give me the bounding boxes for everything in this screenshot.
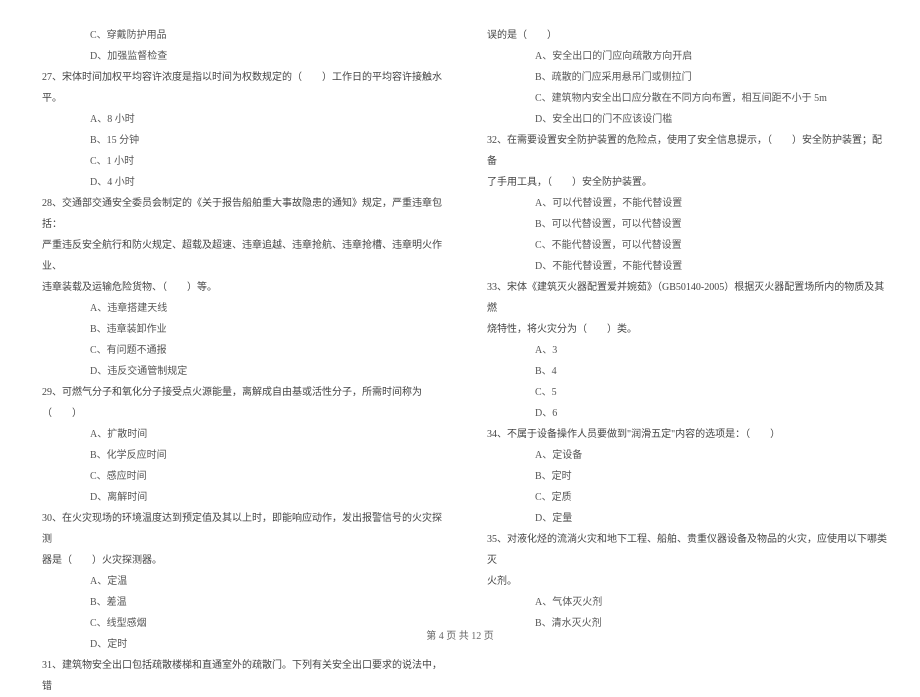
- q30-option-a: A、定温: [30, 571, 445, 592]
- question-35-line1: 35、对液化烃的流淌火灾和地下工程、船舶、贵重仪器设备及物品的火灾，应使用以下哪…: [475, 529, 890, 571]
- question-28-line3: 违章装载及运输危险货物、（ ）等。: [30, 277, 445, 298]
- question-27: 27、宋体时间加权平均容许浓度是指以时间为权数规定的（ ）工作日的平均容许接触水…: [30, 67, 445, 109]
- q27-option-a: A、8 小时: [30, 109, 445, 130]
- question-30-line2: 器是（ ）火灾探测器。: [30, 550, 445, 571]
- q29-option-c: C、感应时间: [30, 466, 445, 487]
- q28-option-b: B、违章装卸作业: [30, 319, 445, 340]
- question-28-line1: 28、交通部交通安全委员会制定的《关于报告船舶重大事故隐患的通知》规定，严重违章…: [30, 193, 445, 235]
- q31-option-c: C、建筑物内安全出口应分散在不同方向布置，相互间距不小于 5m: [475, 88, 890, 109]
- question-35-line2: 火剂。: [475, 571, 890, 592]
- question-33-line1: 33、宋体《建筑灭火器配置爱并婉茹》（GB50140-2005）根据灭火器配置场…: [475, 277, 890, 319]
- q26-option-d: D、加强监督检查: [30, 46, 445, 67]
- q31-option-d: D、安全出口的门不应该设门槛: [475, 109, 890, 130]
- q33-option-c: C、5: [475, 382, 890, 403]
- q32-option-c: C、不能代替设置，可以代替设置: [475, 235, 890, 256]
- q27-option-b: B、15 分钟: [30, 130, 445, 151]
- q28-option-a: A、违章搭建天线: [30, 298, 445, 319]
- q31-option-a: A、安全出口的门应向疏散方向开启: [475, 46, 890, 67]
- q30-option-b: B、差温: [30, 592, 445, 613]
- left-column: C、穿戴防护用品 D、加强监督检查 27、宋体时间加权平均容许浓度是指以时间为权…: [30, 25, 460, 620]
- q28-option-c: C、有问题不通报: [30, 340, 445, 361]
- page-footer: 第 4 页 共 12 页: [0, 627, 920, 642]
- q33-option-d: D、6: [475, 403, 890, 424]
- page-container: C、穿戴防护用品 D、加强监督检查 27、宋体时间加权平均容许浓度是指以时间为权…: [0, 0, 920, 620]
- q29-option-a: A、扩散时间: [30, 424, 445, 445]
- q32-option-d: D、不能代替设置，不能代替设置: [475, 256, 890, 277]
- q32-option-a: A、可以代替设置，不能代替设置: [475, 193, 890, 214]
- q33-option-a: A、3: [475, 340, 890, 361]
- q29-option-d: D、离解时间: [30, 487, 445, 508]
- question-30-line1: 30、在火灾现场的环境温度达到预定值及其以上时，即能响应动作，发出报警信号的火灾…: [30, 508, 445, 550]
- question-31-cont: 误的是（ ）: [475, 25, 890, 46]
- question-34: 34、不属于设备操作人员要做到"润滑五定"内容的选项是：（ ）: [475, 424, 890, 445]
- q28-option-d: D、违反交通管制规定: [30, 361, 445, 382]
- q34-option-a: A、定设备: [475, 445, 890, 466]
- q26-option-c: C、穿戴防护用品: [30, 25, 445, 46]
- q31-option-b: B、疏散的门应采用悬吊门或侧拉门: [475, 67, 890, 88]
- q33-option-b: B、4: [475, 361, 890, 382]
- q32-option-b: B、可以代替设置，可以代替设置: [475, 214, 890, 235]
- question-31: 31、建筑物安全出口包括疏散楼梯和直通室外的疏散门。下列有关安全出口要求的说法中…: [30, 655, 445, 697]
- q29-option-b: B、化学反应时间: [30, 445, 445, 466]
- question-29: 29、可燃气分子和氧化分子接受点火源能量，离解成自由基或活性分子，所需时间称为（…: [30, 382, 445, 424]
- q27-option-c: C、1 小时: [30, 151, 445, 172]
- question-32-line2: 了手用工具，（ ）安全防护装置。: [475, 172, 890, 193]
- q34-option-d: D、定量: [475, 508, 890, 529]
- q35-option-a: A、气体灭火剂: [475, 592, 890, 613]
- q34-option-c: C、定质: [475, 487, 890, 508]
- q34-option-b: B、定时: [475, 466, 890, 487]
- q27-option-d: D、4 小时: [30, 172, 445, 193]
- question-32-line1: 32、在需要设置安全防护装置的危险点，使用了安全信息提示，（ ）安全防护装置；配…: [475, 130, 890, 172]
- question-33-line2: 烧特性，将火灾分为（ ）类。: [475, 319, 890, 340]
- question-28-line2: 严重违反安全航行和防火规定、超载及超速、违章追越、违章抢航、违章抢槽、违章明火作…: [30, 235, 445, 277]
- right-column: 误的是（ ） A、安全出口的门应向疏散方向开启 B、疏散的门应采用悬吊门或侧拉门…: [460, 25, 890, 620]
